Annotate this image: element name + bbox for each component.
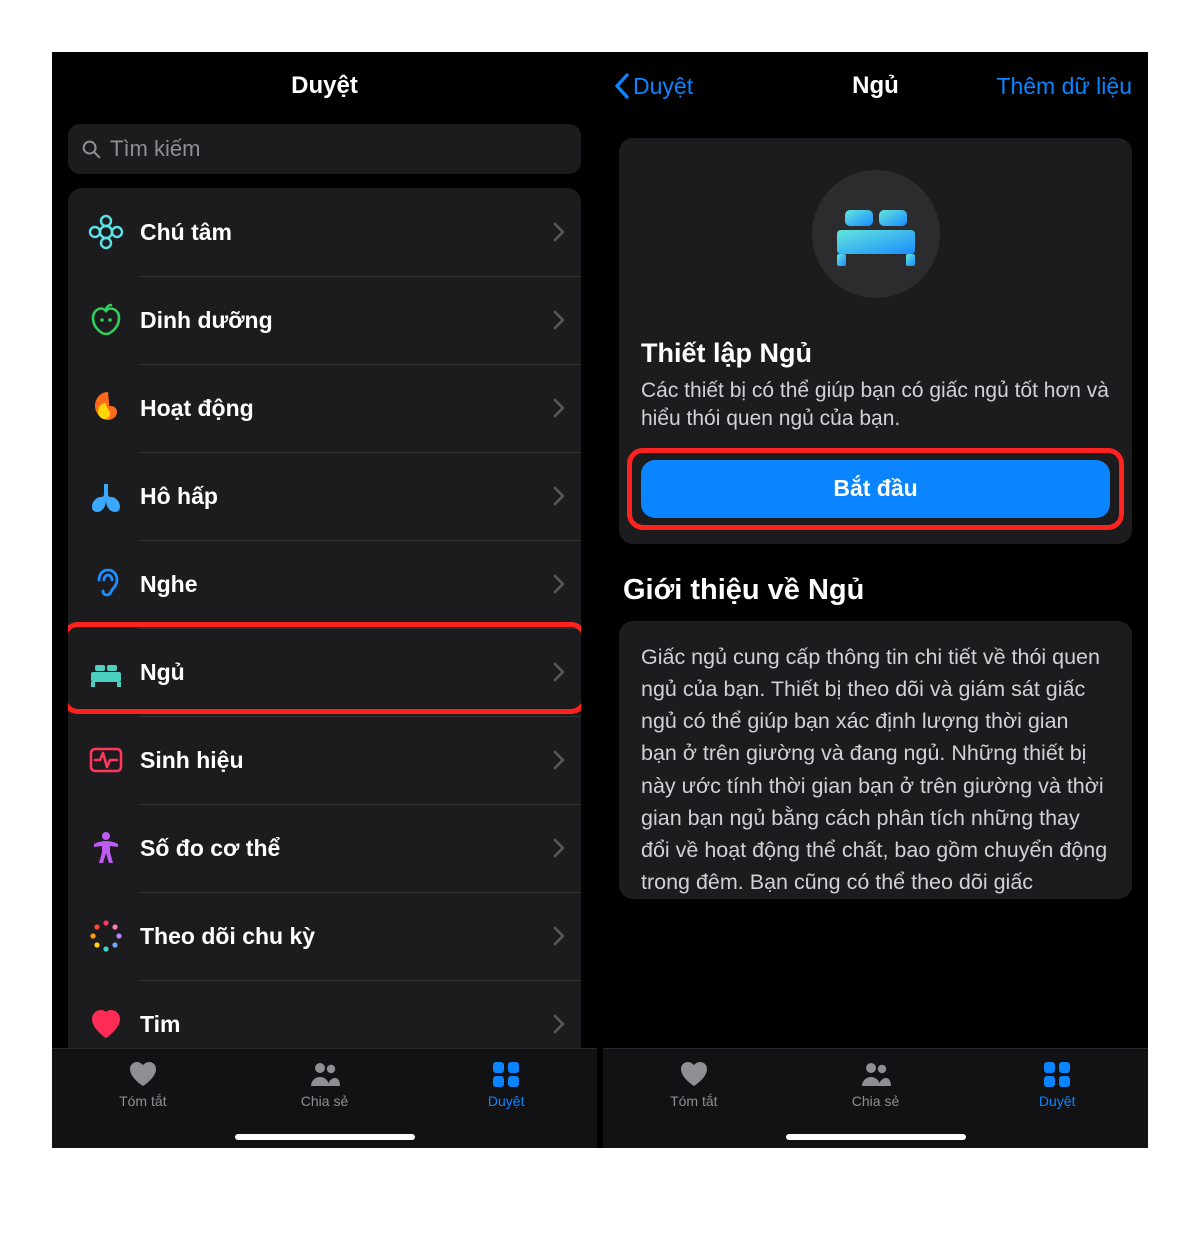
chevron-right-icon: [553, 1014, 565, 1034]
tab-browse[interactable]: Duyệt: [966, 1049, 1148, 1148]
category-label: Số đo cơ thể: [132, 835, 553, 862]
about-title: Giới thiệu về Ngủ: [623, 574, 1128, 607]
add-data-button[interactable]: Thêm dữ liệu: [996, 52, 1132, 120]
page-title: Ngủ: [852, 72, 899, 100]
setup-card: Thiết lập Ngủ Các thiết bị có thể giúp b…: [619, 138, 1132, 544]
home-indicator[interactable]: [786, 1134, 966, 1140]
chevron-right-icon: [553, 398, 565, 418]
nutrition-icon: [80, 300, 132, 340]
tab-browse[interactable]: Duyệt: [415, 1049, 597, 1148]
back-label: Duyệt: [633, 73, 693, 100]
chevron-right-icon: [553, 926, 565, 946]
search-placeholder: Tìm kiếm: [110, 136, 200, 162]
cycle-icon: [80, 916, 132, 956]
category-cycle[interactable]: Theo dõi chu kỳ: [68, 892, 581, 980]
category-activity[interactable]: Hoạt động: [68, 364, 581, 452]
category-label: Chú tâm: [132, 219, 553, 246]
category-label: Hô hấp: [132, 483, 553, 510]
start-button[interactable]: Bắt đầu: [641, 460, 1110, 518]
tab-label: Duyệt: [1039, 1093, 1076, 1109]
category-label: Ngủ: [132, 659, 553, 686]
chevron-right-icon: [553, 222, 565, 242]
chevron-right-icon: [553, 662, 565, 682]
category-vitals[interactable]: Sinh hiệu: [68, 716, 581, 804]
mindfulness-icon: [80, 212, 132, 252]
tab-summary[interactable]: Tóm tắt: [603, 1049, 785, 1148]
body-icon: [80, 828, 132, 868]
chevron-left-icon: [613, 72, 631, 100]
tab-label: Chia sẻ: [301, 1093, 348, 1109]
tabbar: Tóm tắt Chia sẻ Duyệt: [52, 1048, 597, 1148]
navbar: Duyệt: [52, 52, 597, 120]
category-nutrition[interactable]: Dinh dưỡng: [68, 276, 581, 364]
heart-fill-icon: [126, 1059, 160, 1089]
page-title: Duyệt: [291, 72, 358, 100]
chevron-right-icon: [553, 750, 565, 770]
tab-summary[interactable]: Tóm tắt: [52, 1049, 234, 1148]
category-label: Nghe: [132, 571, 553, 598]
heart-fill-icon: [677, 1059, 711, 1089]
home-indicator[interactable]: [235, 1134, 415, 1140]
tabbar: Tóm tắt Chia sẻ Duyệt: [603, 1048, 1148, 1148]
add-data-label: Thêm dữ liệu: [996, 73, 1132, 100]
category-label: Sinh hiệu: [132, 747, 553, 774]
back-button[interactable]: Duyệt: [613, 52, 693, 120]
respiratory-icon: [80, 476, 132, 516]
heart-icon: [80, 1004, 132, 1044]
activity-icon: [80, 388, 132, 428]
search-input[interactable]: Tìm kiếm: [68, 124, 581, 174]
chevron-right-icon: [553, 310, 565, 330]
sleep-hero-icon: [812, 170, 940, 298]
tab-label: Duyệt: [488, 1093, 525, 1109]
category-sleep[interactable]: Ngủ: [68, 628, 581, 716]
category-list: Chú tâm Dinh dưỡng Hoạt động: [68, 188, 581, 1068]
category-mindfulness[interactable]: Chú tâm: [68, 188, 581, 276]
navbar: Duyệt Ngủ Thêm dữ liệu: [603, 52, 1148, 120]
grid-icon: [1040, 1059, 1074, 1089]
tab-label: Chia sẻ: [852, 1093, 899, 1109]
category-body[interactable]: Số đo cơ thể: [68, 804, 581, 892]
vitals-icon: [80, 740, 132, 780]
grid-icon: [489, 1059, 523, 1089]
about-card: Giấc ngủ cung cấp thông tin chi tiết về …: [619, 621, 1132, 899]
tab-label: Tóm tắt: [670, 1093, 717, 1109]
hearing-icon: [80, 564, 132, 604]
setup-title: Thiết lập Ngủ: [641, 338, 1110, 369]
category-hearing[interactable]: Nghe: [68, 540, 581, 628]
chevron-right-icon: [553, 574, 565, 594]
category-label: Tim: [132, 1011, 553, 1038]
category-label: Dinh dưỡng: [132, 307, 553, 334]
setup-description: Các thiết bị có thể giúp bạn có giấc ngủ…: [641, 377, 1110, 434]
people-icon: [859, 1059, 893, 1089]
chevron-right-icon: [553, 838, 565, 858]
category-label: Hoạt động: [132, 395, 553, 422]
about-body: Giấc ngủ cung cấp thông tin chi tiết về …: [641, 641, 1110, 899]
chevron-right-icon: [553, 486, 565, 506]
people-icon: [308, 1059, 342, 1089]
sleep-icon: [80, 652, 132, 692]
category-label: Theo dõi chu kỳ: [132, 923, 553, 950]
search-icon: [80, 138, 102, 160]
start-label: Bắt đầu: [833, 475, 917, 502]
category-respiratory[interactable]: Hô hấp: [68, 452, 581, 540]
tab-label: Tóm tắt: [119, 1093, 166, 1109]
